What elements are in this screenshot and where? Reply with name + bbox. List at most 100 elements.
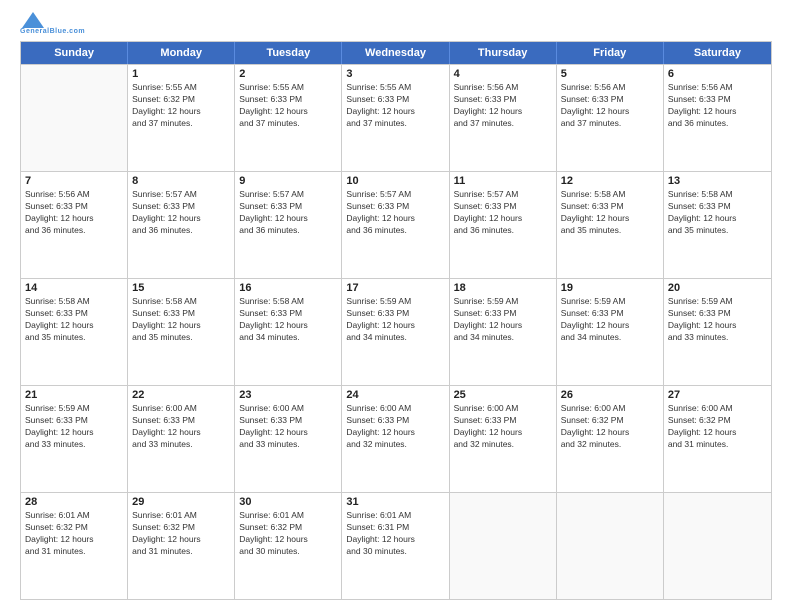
cell-info-line: Sunset: 6:33 PM [25,201,123,213]
cell-info-line: and 33 minutes. [668,332,767,344]
cell-info-line: and 33 minutes. [239,439,337,451]
cell-info-line: Sunset: 6:33 PM [454,94,552,106]
cell-info-line: Sunset: 6:33 PM [25,415,123,427]
cell-info-line: and 33 minutes. [25,439,123,451]
day-cell-4: 4Sunrise: 5:56 AMSunset: 6:33 PMDaylight… [450,65,557,171]
day-number: 11 [454,175,552,187]
cell-info-line: Daylight: 12 hours [25,213,123,225]
empty-cell-4-4 [450,493,557,599]
cell-info-line: Daylight: 12 hours [346,534,444,546]
cell-info-line: Sunrise: 5:57 AM [239,189,337,201]
cell-info-line: and 35 minutes. [561,225,659,237]
day-number: 13 [668,175,767,187]
day-cell-29: 29Sunrise: 6:01 AMSunset: 6:32 PMDayligh… [128,493,235,599]
cell-info-line: Daylight: 12 hours [25,320,123,332]
cell-info-line: and 31 minutes. [132,546,230,558]
cell-info-line: and 34 minutes. [239,332,337,344]
cell-info-line: Sunrise: 5:56 AM [668,82,767,94]
cell-info-line: Daylight: 12 hours [561,320,659,332]
cell-info-line: Sunset: 6:33 PM [561,308,659,320]
day-cell-14: 14Sunrise: 5:58 AMSunset: 6:33 PMDayligh… [21,279,128,385]
cell-info-line: Daylight: 12 hours [132,534,230,546]
weekday-header-monday: Monday [128,42,235,64]
cell-info-line: Sunset: 6:33 PM [132,308,230,320]
weekday-header-sunday: Sunday [21,42,128,64]
cell-info-line: and 32 minutes. [346,439,444,451]
day-cell-3: 3Sunrise: 5:55 AMSunset: 6:33 PMDaylight… [342,65,449,171]
cell-info-line: Daylight: 12 hours [239,534,337,546]
day-number: 19 [561,282,659,294]
day-cell-25: 25Sunrise: 6:00 AMSunset: 6:33 PMDayligh… [450,386,557,492]
cell-info-line: Sunrise: 5:58 AM [561,189,659,201]
day-number: 5 [561,68,659,80]
cell-info-line: and 35 minutes. [132,332,230,344]
cell-info-line: Daylight: 12 hours [346,213,444,225]
cell-info-line: Sunset: 6:32 PM [239,522,337,534]
calendar-row-4: 21Sunrise: 5:59 AMSunset: 6:33 PMDayligh… [21,385,771,492]
cell-info-line: and 36 minutes. [346,225,444,237]
cell-info-line: Sunrise: 6:01 AM [346,510,444,522]
cell-info-line: Sunrise: 6:00 AM [239,403,337,415]
cell-info-line: and 32 minutes. [561,439,659,451]
day-number: 6 [668,68,767,80]
page: { "header": { "logo_line1": "General", "… [0,0,792,612]
cell-info-line: Sunset: 6:33 PM [346,94,444,106]
day-cell-18: 18Sunrise: 5:59 AMSunset: 6:33 PMDayligh… [450,279,557,385]
day-cell-19: 19Sunrise: 5:59 AMSunset: 6:33 PMDayligh… [557,279,664,385]
cell-info-line: and 37 minutes. [239,118,337,130]
calendar-row-2: 7Sunrise: 5:56 AMSunset: 6:33 PMDaylight… [21,171,771,278]
cell-info-line: Daylight: 12 hours [561,106,659,118]
cell-info-line: Daylight: 12 hours [132,106,230,118]
logo-icon [22,12,44,28]
weekday-header-thursday: Thursday [450,42,557,64]
calendar-header: SundayMondayTuesdayWednesdayThursdayFrid… [21,42,771,64]
cell-info-line: Sunset: 6:32 PM [25,522,123,534]
day-cell-20: 20Sunrise: 5:59 AMSunset: 6:33 PMDayligh… [664,279,771,385]
cell-info-line: and 32 minutes. [454,439,552,451]
day-number: 29 [132,496,230,508]
cell-info-line: Daylight: 12 hours [132,320,230,332]
day-number: 21 [25,389,123,401]
cell-info-line: Sunrise: 6:00 AM [454,403,552,415]
weekday-header-friday: Friday [557,42,664,64]
day-number: 20 [668,282,767,294]
cell-info-line: Daylight: 12 hours [454,320,552,332]
cell-info-line: Sunrise: 5:57 AM [346,189,444,201]
cell-info-line: and 30 minutes. [239,546,337,558]
cell-info-line: and 31 minutes. [668,439,767,451]
day-number: 18 [454,282,552,294]
calendar: SundayMondayTuesdayWednesdayThursdayFrid… [20,41,772,600]
calendar-body: 1Sunrise: 5:55 AMSunset: 6:32 PMDaylight… [21,64,771,599]
cell-info-line: Daylight: 12 hours [668,427,767,439]
cell-info-line: Daylight: 12 hours [132,427,230,439]
cell-info-line: Sunset: 6:31 PM [346,522,444,534]
day-cell-9: 9 Sunrise: 5:57 AMSunset: 6:33 PMDaylight… [235,172,342,278]
day-number: 9 [239,175,337,187]
cell-info-line: Sunrise: 5:57 AM [454,189,552,201]
cell-info-line: Sunset: 6:32 PM [561,415,659,427]
cell-info-line: Sunrise: 5:59 AM [454,296,552,308]
cell-info-line: and 37 minutes. [561,118,659,130]
cell-info-line: Daylight: 12 hours [668,106,767,118]
cell-info-line: Sunset: 6:33 PM [561,94,659,106]
day-cell-28: 28Sunrise: 6:01 AMSunset: 6:32 PMDayligh… [21,493,128,599]
cell-info-line: Sunrise: 6:01 AM [25,510,123,522]
cell-info-line: Sunrise: 5:58 AM [668,189,767,201]
day-cell-13: 13Sunrise: 5:58 AMSunset: 6:33 PMDayligh… [664,172,771,278]
day-number: 8 [132,175,230,187]
cell-info-line: and 37 minutes. [454,118,552,130]
cell-info-line: Daylight: 12 hours [239,213,337,225]
cell-info-line: and 34 minutes. [346,332,444,344]
day-number: 22 [132,389,230,401]
day-cell-16: 16Sunrise: 5:58 AMSunset: 6:33 PMDayligh… [235,279,342,385]
day-number: 14 [25,282,123,294]
cell-info-line: Sunset: 6:33 PM [239,201,337,213]
day-cell-7: 7Sunrise: 5:56 AMSunset: 6:33 PMDaylight… [21,172,128,278]
day-cell-11: 11Sunrise: 5:57 AMSunset: 6:33 PMDayligh… [450,172,557,278]
cell-info-line: Daylight: 12 hours [454,106,552,118]
cell-info-line: Sunset: 6:32 PM [132,522,230,534]
cell-info-line: Daylight: 12 hours [454,427,552,439]
day-number: 15 [132,282,230,294]
day-cell-23: 23Sunrise: 6:00 AMSunset: 6:33 PMDayligh… [235,386,342,492]
day-number: 30 [239,496,337,508]
